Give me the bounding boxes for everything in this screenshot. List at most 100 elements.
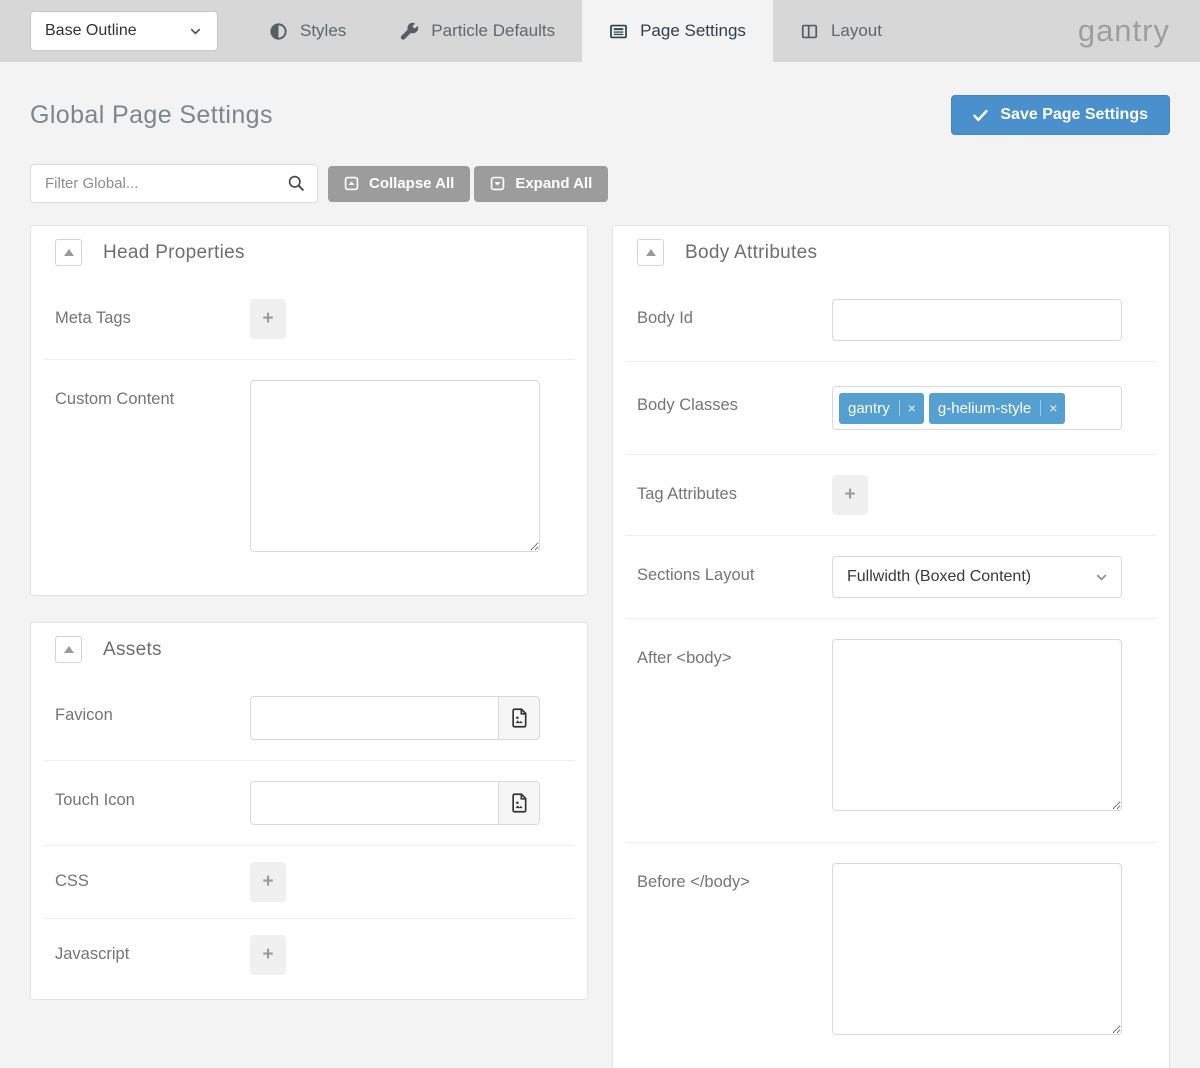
favicon-row: Favicon [43,676,575,761]
plus-icon: + [262,871,273,892]
add-css-button[interactable]: + [250,862,286,902]
remove-tag-icon[interactable]: × [899,400,924,416]
caret-up-icon [645,248,657,257]
after-body-row: After <body> [625,619,1157,843]
tab-layout[interactable]: Layout [773,0,909,62]
collapse-panel-button[interactable] [637,239,664,266]
meta-tags-row: Meta Tags + [43,279,575,360]
add-tag-attribute-button[interactable]: + [832,475,868,515]
tag-label: g-helium-style [929,400,1040,417]
field-label: Body Id [637,299,832,341]
tag-label: gantry [839,400,899,417]
tab-particle-defaults[interactable]: Particle Defaults [373,0,582,62]
body-id-row: Body Id [625,279,1157,362]
pick-touch-icon-button[interactable] [498,781,540,825]
outline-selector[interactable]: Base Outline [30,11,218,51]
touch-icon-row: Touch Icon [43,761,575,846]
filter-global-input[interactable] [30,164,318,203]
tab-label: Styles [300,21,346,41]
css-row: CSS + [43,846,575,919]
field-label: Tag Attributes [637,475,832,515]
save-page-settings-button[interactable]: Save Page Settings [951,95,1170,135]
field-label: Custom Content [55,380,250,557]
custom-content-row: Custom Content [43,360,575,587]
left-column: Head Properties Meta Tags + Custom Conte… [30,225,588,1000]
field-label: Favicon [55,696,250,740]
columns-icon [800,22,819,41]
field-label: Meta Tags [55,299,250,339]
sections-layout-row: Sections Layout Fullwidth (Boxed Content… [625,536,1157,619]
add-meta-tag-button[interactable]: + [250,299,286,339]
page-content: Global Page Settings Save Page Settings … [0,95,1200,1068]
right-column: Body Attributes Body Id Body Classes [612,225,1170,1068]
body-classes-row: Body Classes gantry × g-helium-style × [625,362,1157,455]
tag-gantry: gantry × [839,393,924,424]
pick-favicon-button[interactable] [498,696,540,740]
field-label: Before </body> [637,863,832,1040]
plus-icon: + [262,944,273,965]
field-label: After <body> [637,639,832,816]
caret-square-down-icon [490,176,505,191]
favicon-field-group [250,696,540,740]
custom-content-textarea[interactable] [250,380,540,552]
save-button-label: Save Page Settings [1000,106,1148,124]
collapse-all-button[interactable]: Collapse All [328,166,470,202]
panel-header: Head Properties [31,226,587,279]
tab-label: Particle Defaults [431,21,555,41]
chevron-down-icon [1094,570,1109,585]
gantry-logo: gantry [1078,13,1200,49]
search-icon [286,173,306,193]
tag-g-helium-style: g-helium-style × [929,393,1066,424]
panel-body-attributes: Body Attributes Body Id Body Classes [612,225,1170,1068]
caret-up-icon [63,645,75,654]
wrench-icon [400,22,419,41]
field-label: Javascript [55,935,250,975]
newspaper-icon [609,22,628,41]
filter-toolbar: Collapse All Expand All [30,164,1170,203]
page-header: Global Page Settings Save Page Settings [30,95,1170,135]
tab-styles[interactable]: Styles [242,0,373,62]
panel-assets: Assets Favicon [30,622,588,1000]
tab-label: Layout [831,21,882,41]
favicon-input[interactable] [250,696,498,740]
touch-icon-input[interactable] [250,781,498,825]
filter-field-wrap [30,164,318,203]
panel-header: Body Attributes [613,226,1169,279]
plus-icon: + [844,484,855,505]
tab-page-settings[interactable]: Page Settings [582,0,773,62]
panel-head-properties: Head Properties Meta Tags + Custom Conte… [30,225,588,596]
field-label: Body Classes [637,386,832,430]
expand-all-label: Expand All [515,175,592,192]
after-body-textarea[interactable] [832,639,1122,811]
before-body-row: Before </body> [625,843,1157,1068]
adjust-icon [269,22,288,41]
field-label: Touch Icon [55,781,250,825]
caret-square-up-icon [344,176,359,191]
nav-tabs: Styles Particle Defaults Page Settings L… [242,0,909,62]
add-javascript-button[interactable]: + [250,935,286,975]
panel-title: Assets [103,639,162,661]
expand-all-button[interactable]: Expand All [474,166,608,202]
plus-icon: + [262,308,273,329]
check-icon [973,109,988,122]
outline-selector-value: Base Outline [45,22,137,40]
body-id-input[interactable] [832,299,1122,341]
before-body-textarea[interactable] [832,863,1122,1035]
field-label: CSS [55,862,250,902]
panel-title: Body Attributes [685,242,817,264]
field-label: Sections Layout [637,556,832,598]
tab-label: Page Settings [640,21,746,41]
body-classes-input[interactable]: gantry × g-helium-style × [832,386,1122,430]
touch-icon-field-group [250,781,540,825]
collapse-all-label: Collapse All [369,175,454,192]
panel-title: Head Properties [103,242,245,264]
caret-up-icon [63,248,75,257]
remove-tag-icon[interactable]: × [1040,400,1065,416]
panel-header: Assets [31,623,587,676]
file-image-icon [510,708,528,728]
collapse-panel-button[interactable] [55,636,82,663]
tag-attributes-row: Tag Attributes + [625,455,1157,536]
sections-layout-select[interactable]: Fullwidth (Boxed Content) [832,556,1122,598]
javascript-row: Javascript + [43,919,575,991]
collapse-panel-button[interactable] [55,239,82,266]
